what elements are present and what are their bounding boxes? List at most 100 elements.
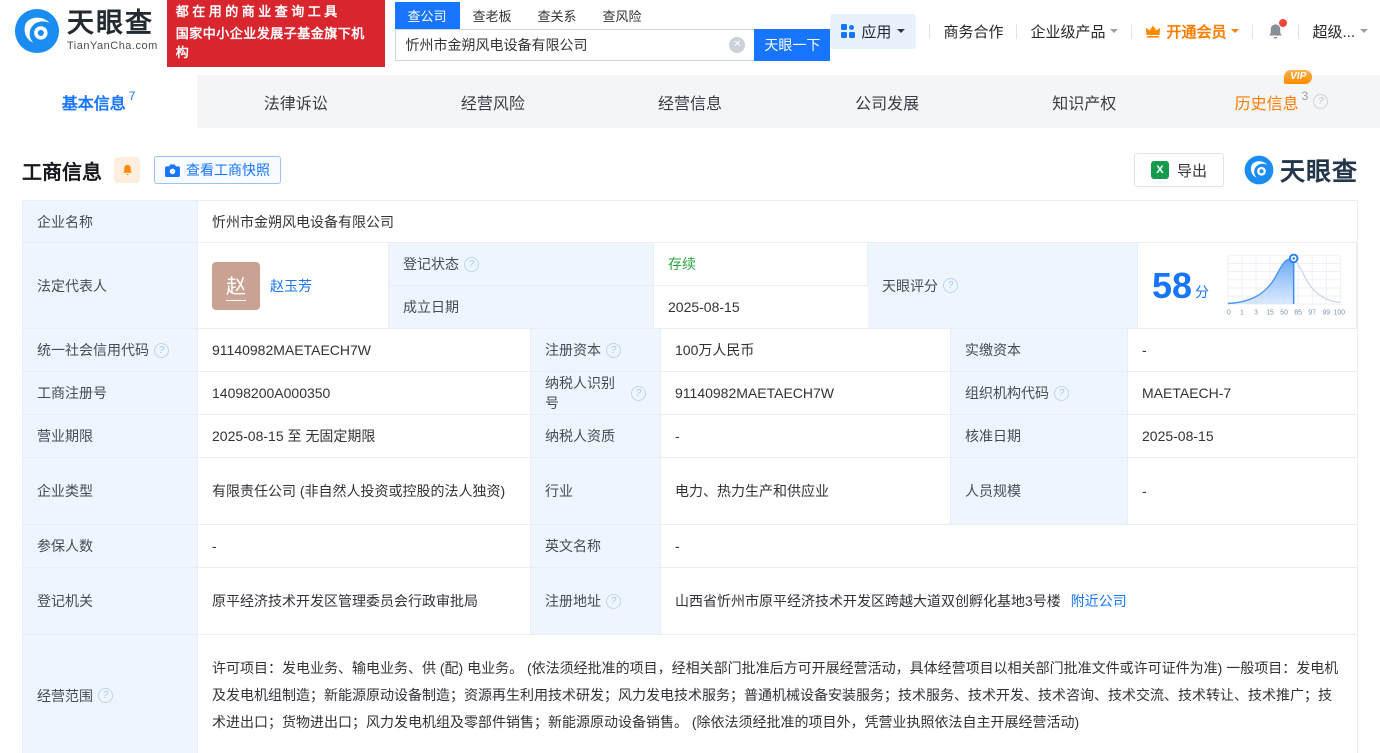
field-label-paid-capital: 实缴资本 xyxy=(951,329,1128,371)
tab-intellectual-property[interactable]: 知识产权 xyxy=(986,75,1183,128)
field-value-insured-num: - xyxy=(198,525,531,567)
table-row: 参保人数 - 英文名称 - xyxy=(23,525,1357,568)
search-tab-company[interactable]: 查公司 xyxy=(395,2,460,29)
camera-icon xyxy=(165,164,180,177)
enterprise-products-label: 企业级产品 xyxy=(1030,21,1105,42)
field-label-reg-capital: 注册资本 xyxy=(531,329,661,371)
field-value-reg-capital: 100万人民币 xyxy=(661,329,951,371)
nearby-companies-link[interactable]: 附近公司 xyxy=(1071,591,1127,611)
score-value: 58 xyxy=(1152,266,1192,306)
field-label-staff-size: 人员规模 xyxy=(951,458,1128,524)
tab-label: 知识产权 xyxy=(1052,90,1116,114)
field-value-reg-status: 存续 xyxy=(654,243,868,286)
apps-menu[interactable]: 应用 xyxy=(830,14,916,49)
score-tick: 3 xyxy=(1254,309,1258,316)
field-value-credit-code: 91140982MAETAECH7W xyxy=(198,329,531,371)
help-icon[interactable] xyxy=(1054,386,1069,401)
divider xyxy=(1131,24,1132,39)
help-icon[interactable] xyxy=(98,688,113,703)
field-value-company-type: 有限责任公司 (非自然人投资或控股的法人独资) xyxy=(198,458,531,524)
help-icon[interactable] xyxy=(464,257,479,272)
score-distribution-chart: 0 1 3 15 50 85 97 99 100 xyxy=(1219,251,1345,321)
search-tab-relation[interactable]: 查关系 xyxy=(525,2,590,29)
help-icon[interactable] xyxy=(943,278,958,293)
field-value-taxpayer-quality: - xyxy=(661,415,951,457)
field-label-taxpayer-no: 纳税人识别号 xyxy=(531,372,661,414)
help-icon[interactable] xyxy=(631,386,646,401)
brand-domain: TianYanCha.com xyxy=(67,40,158,52)
tab-label: 公司发展 xyxy=(855,90,919,114)
tab-company-development[interactable]: 公司发展 xyxy=(789,75,986,128)
field-label-score: 天眼评分 xyxy=(868,243,1138,328)
search-tab-risk[interactable]: 查风险 xyxy=(590,2,655,29)
section-title: 工商信息 xyxy=(22,156,102,185)
tab-basic-info[interactable]: 基本信息7 xyxy=(0,75,197,128)
field-value-scope: 许可项目：发电业务、输电业务、供 (配) 电业务。 (依法须经批准的项目，经相关… xyxy=(198,635,1357,753)
divider xyxy=(1298,24,1299,39)
account-name: 超级... xyxy=(1312,21,1355,42)
table-row: 法定代表人 赵 赵玉芳 登记状态 存续 天眼评分 58 分 xyxy=(23,243,1357,329)
tab-history-info[interactable]: VIP 历史信息3 xyxy=(1183,75,1380,128)
clear-icon[interactable] xyxy=(729,37,745,53)
crown-icon xyxy=(1145,24,1161,38)
notifications-bell[interactable] xyxy=(1266,22,1285,41)
tab-legal-proceedings[interactable]: 法律诉讼 xyxy=(197,75,394,128)
excel-icon xyxy=(1151,161,1169,179)
score-tick: 0 xyxy=(1227,309,1231,316)
tab-count: 3 xyxy=(1302,89,1309,103)
page-root: 天眼查 TianYanCha.com 都在用的商业查询工具 国家中小企业发展子基… xyxy=(0,0,1380,753)
nav-business-coop[interactable]: 商务合作 xyxy=(943,21,1003,42)
header-nav: 应用 商务合作 企业级产品 开通会员 xyxy=(830,14,1368,49)
table-row: 企业类型 有限责任公司 (非自然人投资或控股的法人独资) 行业 电力、热力生产和… xyxy=(23,458,1357,525)
tianyancha-logo-icon xyxy=(14,8,60,54)
field-value-staff-size: - xyxy=(1128,458,1357,524)
score-tick: 85 xyxy=(1294,309,1302,316)
banner-line1: 都在用的商业查询工具 xyxy=(176,1,376,20)
field-value-industry: 电力、热力生产和供应业 xyxy=(661,458,951,524)
help-icon[interactable] xyxy=(154,343,169,358)
search-input[interactable] xyxy=(395,29,755,61)
help-icon[interactable] xyxy=(1313,94,1328,109)
search-block: 查公司 查老板 查关系 查风险 天眼一下 xyxy=(395,2,831,61)
tianyancha-score[interactable]: 58 分 xyxy=(1138,243,1357,328)
page-tabs: 基本信息7 法律诉讼 经营风险 经营信息 公司发展 知识产权 VIP 历史信息3 xyxy=(0,75,1380,128)
field-value-approved-date: 2025-08-15 xyxy=(1128,415,1357,457)
chevron-down-icon xyxy=(897,29,905,37)
table-row: 统一社会信用代码 91140982MAETAECH7W 注册资本 100万人民币… xyxy=(23,329,1357,372)
site-logo[interactable]: 天眼查 TianYanCha.com xyxy=(14,8,158,54)
score-tick: 1 xyxy=(1240,309,1244,316)
monitor-bell-button[interactable] xyxy=(114,157,140,183)
export-button[interactable]: 导出 xyxy=(1134,153,1224,187)
score-unit: 分 xyxy=(1195,282,1209,302)
field-label-approved-date: 核准日期 xyxy=(951,415,1128,457)
watermark-text: 天眼查 xyxy=(1280,152,1358,188)
field-value-english-name: - xyxy=(661,525,1357,567)
help-icon[interactable] xyxy=(606,594,621,609)
account-menu[interactable]: 超级... xyxy=(1312,21,1368,42)
table-row: 企业名称 忻州市金朔风电设备有限公司 xyxy=(23,201,1357,243)
tab-operation-info[interactable]: 经营信息 xyxy=(591,75,788,128)
legal-rep-avatar[interactable]: 赵 xyxy=(212,262,260,310)
divider xyxy=(1016,24,1017,39)
search-button[interactable]: 天眼一下 xyxy=(754,29,830,61)
help-icon[interactable] xyxy=(606,343,621,358)
legal-rep-link[interactable]: 赵玉芳 xyxy=(270,276,312,296)
chevron-down-icon xyxy=(1360,29,1368,37)
nav-open-vip[interactable]: 开通会员 xyxy=(1145,21,1239,42)
field-value-paid-capital: - xyxy=(1128,329,1357,371)
score-tick: 99 xyxy=(1322,309,1330,316)
chevron-down-icon xyxy=(1231,29,1239,37)
business-snapshot-button[interactable]: 查看工商快照 xyxy=(154,156,281,184)
address-text: 山西省忻州市原平经济技术开发区跨越大道双创孵化基地3号楼 xyxy=(675,591,1061,611)
section-header: 工商信息 查看工商快照 导出 xyxy=(22,152,1358,188)
field-label-establish-date: 成立日期 xyxy=(389,286,654,328)
score-tick: 15 xyxy=(1266,309,1274,316)
search-tab-boss[interactable]: 查老板 xyxy=(460,2,525,29)
chevron-down-icon xyxy=(1110,29,1118,37)
promo-banner: 都在用的商业查询工具 国家中小企业发展子基金旗下机构 xyxy=(167,0,385,67)
nav-enterprise-products[interactable]: 企业级产品 xyxy=(1030,21,1118,42)
field-value-reg-authority: 原平经济技术开发区管理委员会行政审批局 xyxy=(198,568,531,634)
field-value-company-name: 忻州市金朔风电设备有限公司 xyxy=(198,201,1357,242)
tab-operation-risk[interactable]: 经营风险 xyxy=(394,75,591,128)
watermark-logo: 天眼查 xyxy=(1244,152,1358,188)
